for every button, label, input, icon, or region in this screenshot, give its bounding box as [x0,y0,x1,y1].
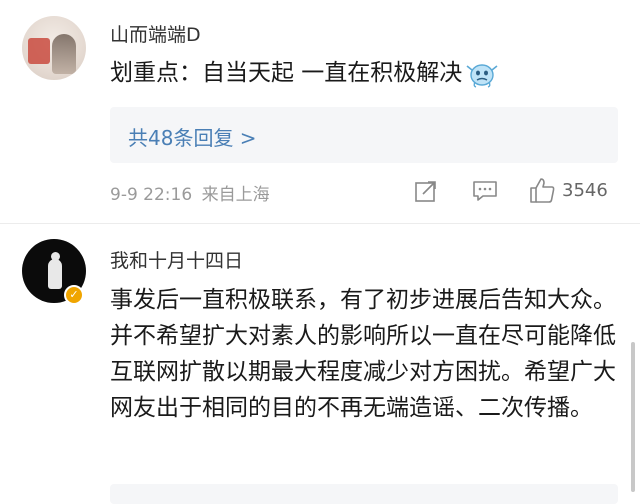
comment-meta: 9-9 22:16 来自上海 [110,180,270,205]
username[interactable]: 山而端端D [110,20,201,47]
comment-divider [0,223,640,224]
like-count: 3546 [562,180,608,201]
location: 来自上海 [201,185,270,205]
comment-icon[interactable] [472,179,498,207]
avatar-figure-graphic [48,259,62,289]
timestamp: 9-9 22:16 [110,185,193,205]
replies-box: 共48条回复 > [110,107,618,163]
username[interactable]: 我和十月十四日 [110,246,243,273]
avatar-figure-graphic [52,34,76,74]
comment-text-body: 划重点：自当天起 一直在积极解决 [110,60,463,86]
scrollbar[interactable] [631,342,635,492]
view-replies-link[interactable]: 共48条回复 > [128,122,257,151]
replies-box [110,484,618,504]
comment-actions: 3546 [412,176,622,208]
crying-emoji-icon [466,60,498,88]
avatar-badge-graphic [28,38,50,64]
comment-text: 事发后一直积极联系，有了初步进展后告知大众。并不希望扩大对素人的影响所以一直在尽… [110,287,616,421]
share-icon[interactable] [414,179,438,207]
like-icon[interactable] [528,176,556,208]
comment-text: 划重点：自当天起 一直在积极解决 [110,58,498,88]
avatar[interactable] [22,16,86,80]
verified-icon: ✓ [64,285,84,305]
